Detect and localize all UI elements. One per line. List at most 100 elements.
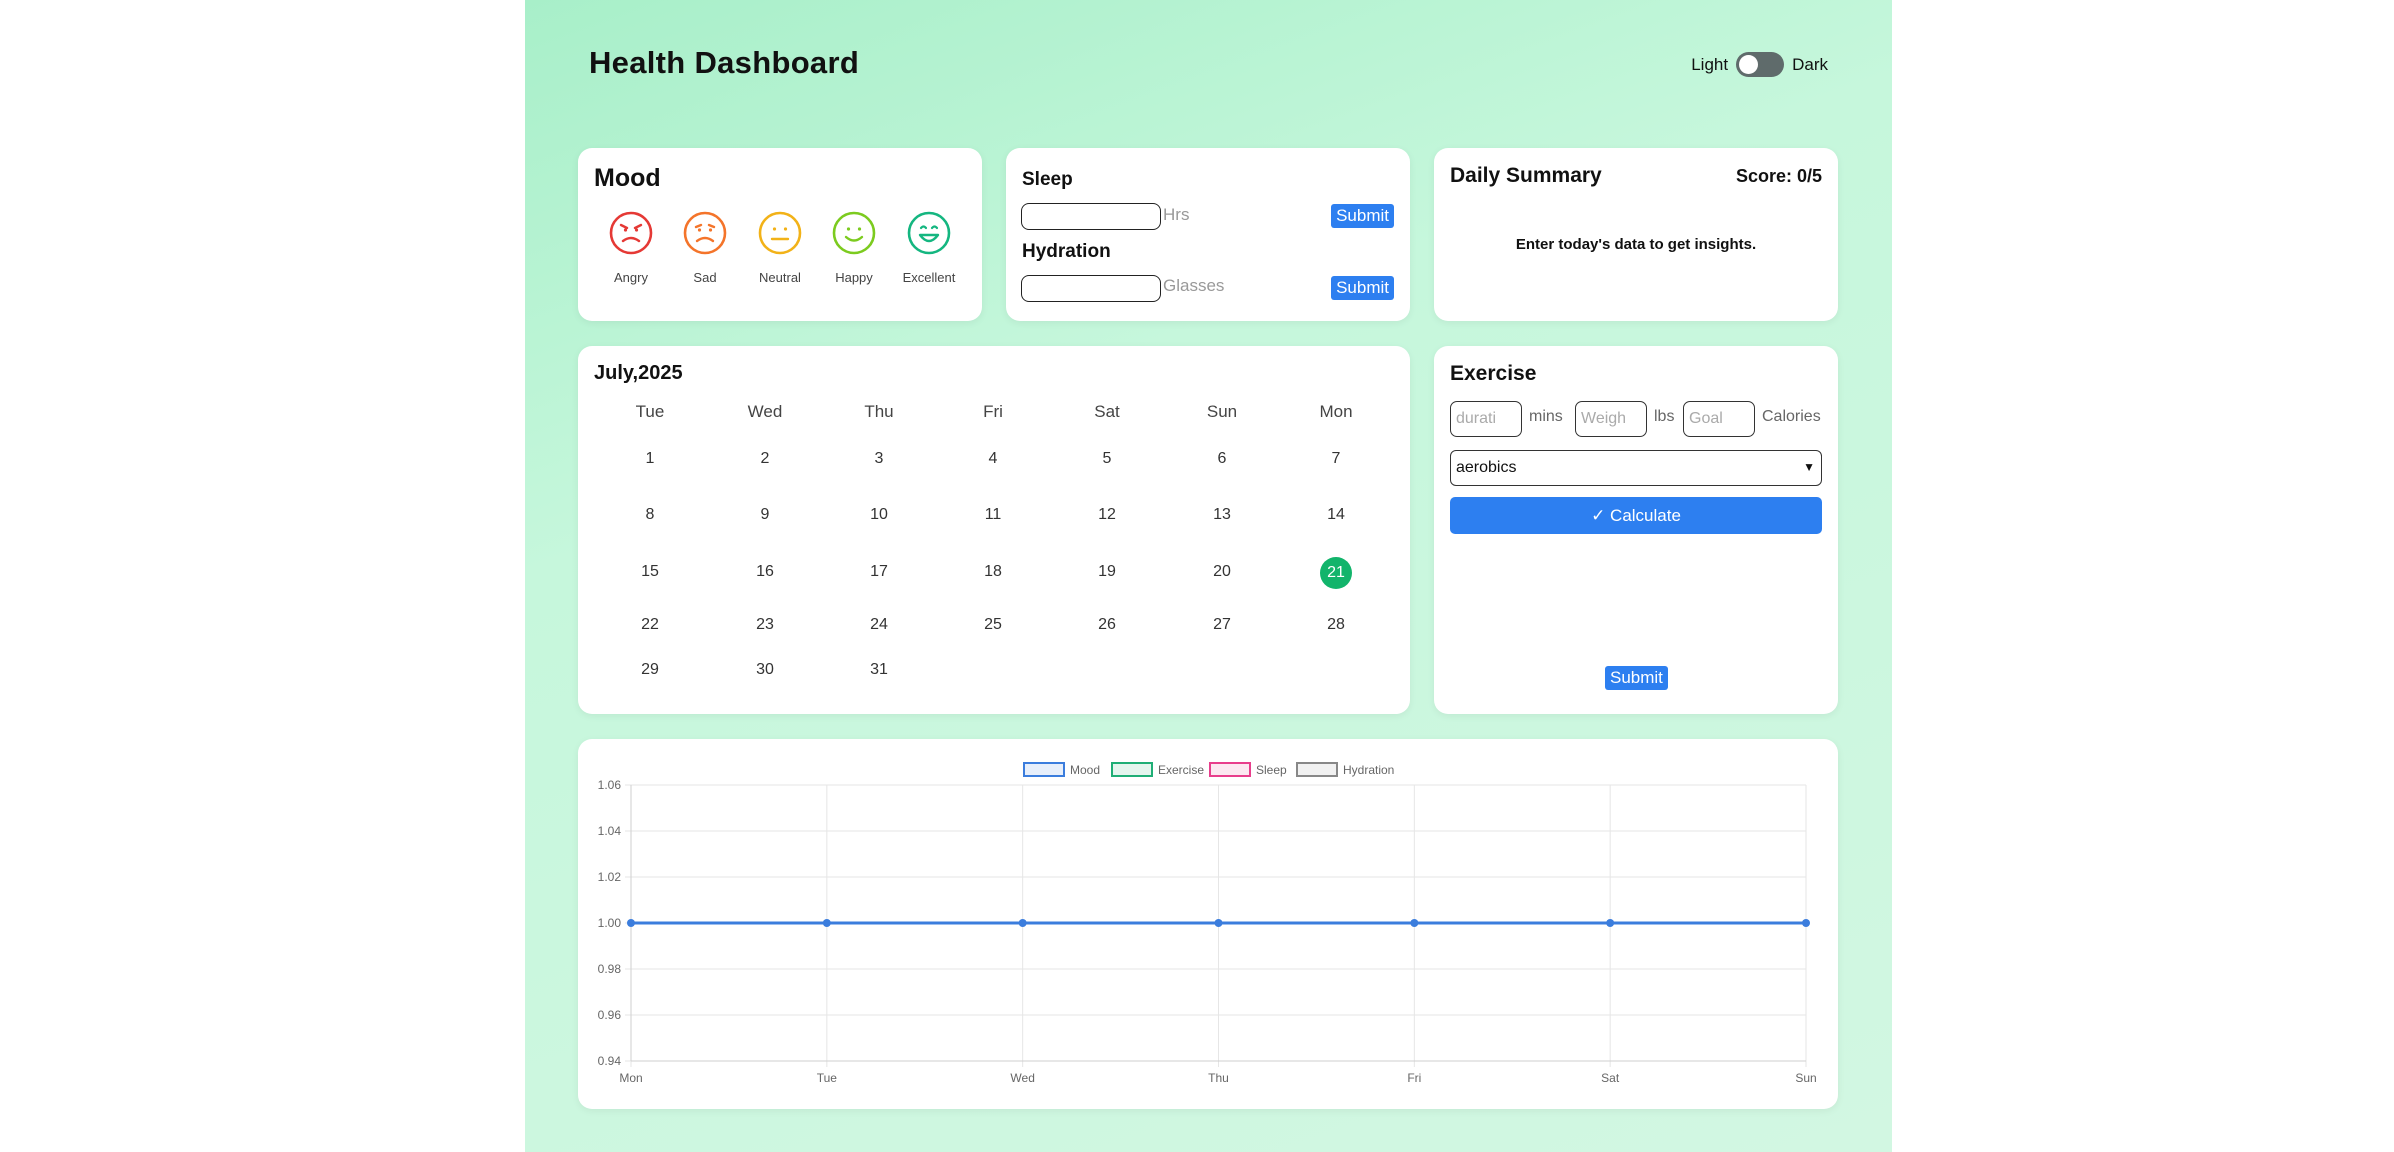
weekly-line-chart: 1.06 1.04 1.02 1.00 0.98 0.96 0.94 Mon Tue Wed Thu… — [598, 762, 1817, 1085]
duration-unit: mins — [1529, 408, 1563, 425]
angry-face-icon — [609, 211, 653, 255]
mood-option-excellent[interactable]: Excellent — [889, 210, 969, 285]
calendar-day-17[interactable]: 17 — [849, 563, 909, 581]
weight-input[interactable]: Weigh — [1575, 401, 1647, 437]
calendar-card: July,2025 Tue Wed Thu Fri Sat Sun Mon 1 2 3 4 5 6 7 8 9… — [578, 346, 1410, 714]
summary-score: Score: 0/5 — [1735, 166, 1822, 186]
x-tick-label: Mon — [619, 1071, 642, 1085]
activity-select[interactable]: aerobics ▼ — [1450, 450, 1822, 486]
excellent-face-icon — [907, 211, 951, 255]
calendar-day-12[interactable]: 12 — [1077, 506, 1137, 524]
calendar-day-24[interactable]: 24 — [849, 616, 909, 634]
calendar-day-5[interactable]: 5 — [1077, 450, 1137, 468]
sleep-hydration-card: Sleep Hrs Submit Hydration Glasses Submi… — [1006, 148, 1410, 321]
mood-label: Happy — [835, 270, 873, 285]
data-point-mood — [1018, 919, 1027, 927]
happy-face-icon — [832, 211, 876, 255]
legend-label-mood: Mood — [1070, 763, 1100, 777]
calendar-day-25[interactable]: 25 — [963, 616, 1023, 634]
sleep-unit: Hrs — [1163, 205, 1190, 224]
y-tick-label: 1.06 — [598, 778, 622, 792]
today-marker: 21 — [1320, 557, 1352, 589]
calendar-day-30[interactable]: 30 — [735, 661, 795, 679]
calendar-day-6[interactable]: 6 — [1192, 450, 1252, 468]
calendar-day-18[interactable]: 18 — [963, 563, 1023, 581]
calendar-day-13[interactable]: 13 — [1192, 506, 1252, 524]
activity-selected: aerobics — [1456, 459, 1517, 476]
mood-label: Sad — [693, 270, 717, 285]
weekday-tue: Tue — [635, 402, 665, 421]
sleep-input[interactable] — [1021, 203, 1161, 230]
x-tick-label: Thu — [1208, 1071, 1229, 1085]
legend-swatch-exercise — [1111, 762, 1153, 777]
legend-label-hydration: Hydration — [1343, 763, 1394, 777]
calendar-day-21[interactable]: 21 — [1306, 557, 1366, 589]
calculate-button[interactable]: ✓ Calculate — [1450, 497, 1822, 534]
calendar-day-29[interactable]: 29 — [620, 661, 680, 679]
theme-toggle[interactable] — [1736, 52, 1785, 77]
calendar-day-1[interactable]: 1 — [620, 450, 680, 468]
mood-option-angry[interactable]: Angry — [591, 210, 671, 285]
mood-card: Mood Angry Sad Neutral Happy Excellent — [578, 148, 982, 321]
legend-swatch-hydration — [1296, 762, 1338, 777]
legend-label-exercise: Exercise — [1158, 763, 1204, 777]
mood-option-happy[interactable]: Happy — [814, 210, 894, 285]
x-tick-label: Sat — [1601, 1071, 1620, 1085]
x-tick-label: Fri — [1407, 1071, 1421, 1085]
weekday-sun: Sun — [1206, 402, 1238, 421]
dashboard-page: Health Dashboard Light Dark Mood Angry Sa… — [525, 0, 1892, 1152]
calendar-day-14[interactable]: 14 — [1306, 506, 1366, 524]
calendar-day-2[interactable]: 2 — [735, 450, 795, 468]
duration-input[interactable]: durati — [1450, 401, 1522, 437]
calendar-day-19[interactable]: 19 — [1077, 563, 1137, 581]
sleep-submit-button[interactable]: Submit — [1331, 204, 1394, 228]
data-point-mood — [1214, 919, 1223, 927]
goal-input[interactable]: Goal — [1683, 401, 1755, 437]
calendar-day-11[interactable]: 11 — [963, 506, 1023, 524]
mood-option-neutral[interactable]: Neutral — [740, 210, 820, 285]
x-tick-label: Wed — [1010, 1071, 1034, 1085]
sleep-title: Sleep — [1022, 169, 1073, 190]
calendar-day-22[interactable]: 22 — [620, 616, 680, 634]
calendar-title: July,2025 — [594, 362, 683, 384]
calendar-day-27[interactable]: 27 — [1192, 616, 1252, 634]
neutral-face-icon — [758, 211, 802, 255]
data-point-mood — [1606, 919, 1615, 927]
calendar-day-10[interactable]: 10 — [849, 506, 909, 524]
weekday-fri: Fri — [983, 402, 1003, 421]
calendar-day-3[interactable]: 3 — [849, 450, 909, 468]
x-tick-label: Tue — [817, 1071, 838, 1085]
exercise-title: Exercise — [1450, 362, 1537, 385]
calendar-day-31[interactable]: 31 — [849, 661, 909, 679]
weekly-chart-card: 1.06 1.04 1.02 1.00 0.98 0.96 0.94 Mon Tue Wed Thu… — [578, 739, 1838, 1109]
calendar-day-15[interactable]: 15 — [620, 563, 680, 581]
calendar-day-16[interactable]: 16 — [735, 563, 795, 581]
legend-label-sleep: Sleep — [1256, 763, 1287, 777]
daily-summary-card: Daily Summary Score: 0/5 Enter today's d… — [1434, 148, 1838, 321]
y-tick-label: 1.02 — [598, 870, 622, 884]
light-label: Light — [1691, 54, 1729, 74]
calendar-day-7[interactable]: 7 — [1306, 450, 1366, 468]
y-tick-label: 0.94 — [598, 1054, 622, 1068]
hydration-title: Hydration — [1022, 241, 1111, 262]
x-tick-label: Sun — [1795, 1071, 1816, 1085]
calendar-day-4[interactable]: 4 — [963, 450, 1023, 468]
goal-unit: Calories — [1762, 408, 1821, 425]
calendar-day-9[interactable]: 9 — [735, 506, 795, 524]
chevron-down-icon: ▼ — [1803, 460, 1815, 474]
calendar-day-26[interactable]: 26 — [1077, 616, 1137, 634]
mood-label: Angry — [614, 270, 648, 285]
mood-label: Excellent — [902, 270, 956, 285]
hydration-input[interactable] — [1021, 275, 1161, 302]
hydration-submit-button[interactable]: Submit — [1331, 276, 1394, 300]
data-point-mood — [627, 919, 635, 927]
dark-label: Dark — [1792, 54, 1828, 74]
exercise-submit-button[interactable]: Submit — [1605, 666, 1668, 690]
calendar-day-23[interactable]: 23 — [735, 616, 795, 634]
calendar-day-20[interactable]: 20 — [1192, 563, 1252, 581]
mood-option-sad[interactable]: Sad — [665, 210, 745, 285]
weekday-wed: Wed — [747, 402, 783, 421]
exercise-card: Exercise durati mins Weigh lbs Goal Calo… — [1434, 346, 1838, 714]
calendar-day-28[interactable]: 28 — [1306, 616, 1366, 634]
calendar-day-8[interactable]: 8 — [620, 506, 680, 524]
